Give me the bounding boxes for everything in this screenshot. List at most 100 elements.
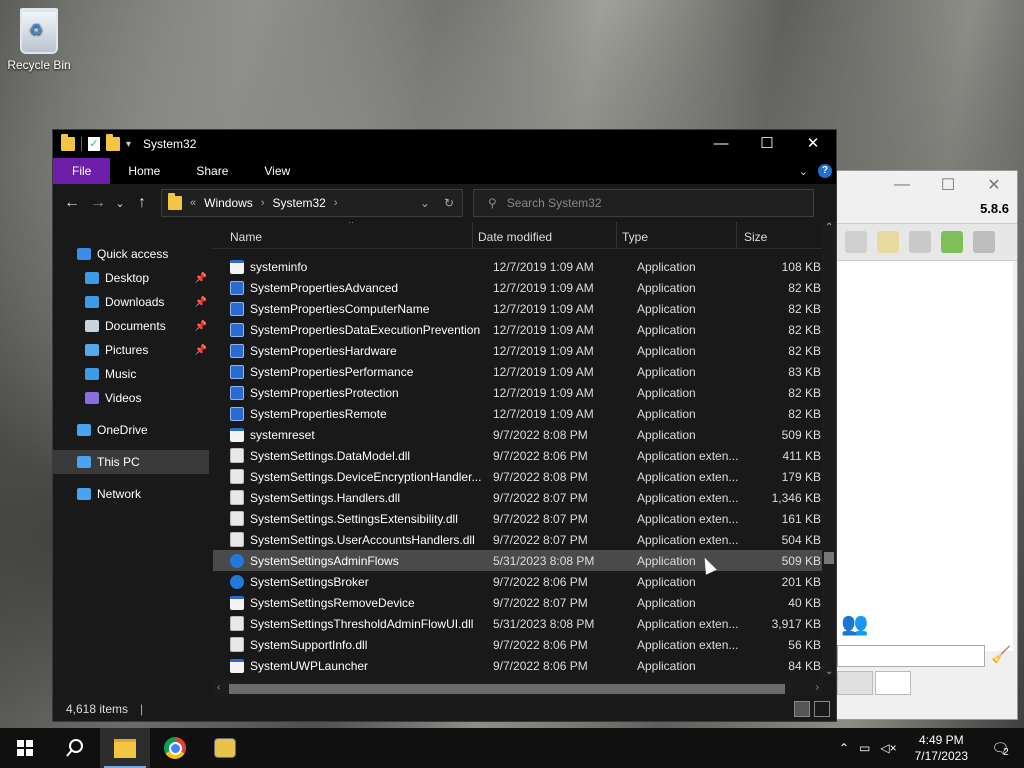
background-app-window[interactable]: — ☐ ✕ 5.8.6 👥 🧹 <box>832 170 1018 720</box>
forward-button[interactable]: → <box>85 194 111 212</box>
large-icons-view-icon[interactable] <box>814 701 830 717</box>
file-row[interactable]: SystemSettings.DataModel.dll 9/7/2022 8:0… <box>213 445 835 466</box>
file-row[interactable]: SystemPropertiesComputerName 12/7/2019 1:… <box>213 298 835 319</box>
file-row[interactable]: SystemSettingsAdminFlows 5/31/2023 8:08 P… <box>213 550 835 571</box>
file-row[interactable]: SystemPropertiesPerformance 12/7/2019 1:0… <box>213 361 835 382</box>
bg-tab-other[interactable] <box>875 671 911 695</box>
show-hidden-icons-chevron-icon[interactable]: ⌃ <box>839 741 849 755</box>
scroll-down-icon[interactable]: ⌄ <box>825 666 833 677</box>
bg-tab-users[interactable] <box>837 671 873 695</box>
close-button[interactable]: ✕ <box>790 130 836 158</box>
nav-item-downloads[interactable]: Downloads 📌 <box>53 290 209 314</box>
file-row[interactable]: systemreset 9/7/2022 8:08 PM Application 50… <box>213 424 835 445</box>
address-bar[interactable]: « Windows › System32 › ⌄ ↻ <box>161 189 463 217</box>
tab-home[interactable]: Home <box>110 158 178 184</box>
back-button[interactable]: ← <box>59 194 85 212</box>
file-row[interactable]: SystemSettings.Handlers.dll 9/7/2022 8:07… <box>213 487 835 508</box>
bg-clear-icon[interactable]: 🧹 <box>991 645 1011 665</box>
up-button[interactable]: ↑ <box>129 194 155 212</box>
details-view-icon[interactable] <box>794 701 810 717</box>
minimize-button[interactable]: — <box>698 130 744 158</box>
recycle-bin[interactable]: Recycle Bin <box>6 8 72 72</box>
horizontal-scroll-thumb[interactable] <box>229 684 785 694</box>
bg-minimize-button[interactable]: — <box>879 176 925 194</box>
search-box[interactable]: ⚲ Search System32 <box>473 189 814 217</box>
horizontal-scrollbar[interactable]: ‹ › <box>213 680 823 696</box>
bg-close-button[interactable]: ✕ <box>971 175 1017 195</box>
nav-item-onedrive[interactable]: OneDrive <box>53 418 209 442</box>
vertical-scrollbar[interactable]: ⌃ ⌄ <box>822 222 836 677</box>
bg-trash-icon[interactable] <box>973 231 995 253</box>
scroll-right-icon[interactable]: › <box>816 682 819 693</box>
expand-ribbon-chevron-icon[interactable]: ⌄ <box>799 165 808 178</box>
file-date: 12/7/2019 1:09 AM <box>493 406 594 421</box>
network-status-icon[interactable]: ▭ <box>859 741 870 755</box>
breadcrumb-windows[interactable]: Windows <box>204 196 253 210</box>
file-row[interactable]: SystemSettings.SettingsExtensibility.dll… <box>213 508 835 529</box>
bg-maximize-button[interactable]: ☐ <box>925 175 971 195</box>
file-row[interactable]: SystemSettings.UserAccountsHandlers.dll 9… <box>213 529 835 550</box>
file-row[interactable]: SystemUWPLauncher 9/7/2022 8:06 PM Applica… <box>213 655 835 676</box>
bg-input-field[interactable] <box>837 645 985 667</box>
chrome-taskbar-button[interactable] <box>150 728 200 768</box>
address-history-chevron-icon[interactable]: ⌄ <box>420 196 430 210</box>
bg-edit-icon[interactable] <box>877 231 899 253</box>
file-size: 40 KB <box>788 595 821 610</box>
tab-file[interactable]: File <box>53 158 111 184</box>
file-row[interactable]: systeminfo 12/7/2019 1:09 AM Application 10… <box>213 256 835 277</box>
vertical-scroll-thumb[interactable] <box>824 552 834 564</box>
file-row[interactable]: SystemSupportInfo.dll 9/7/2022 8:06 PM App… <box>213 634 835 655</box>
help-icon[interactable]: ? <box>818 164 832 178</box>
nav-item-documents[interactable]: Documents 📌 <box>53 314 209 338</box>
file-row[interactable]: SystemSettingsRemoveDevice 9/7/2022 8:07 … <box>213 592 835 613</box>
refresh-icon[interactable]: ↻ <box>444 196 454 210</box>
column-header-size[interactable]: Size <box>737 222 821 248</box>
app-taskbar-button[interactable] <box>200 728 250 768</box>
volume-muted-icon[interactable]: ◁× <box>880 741 896 755</box>
properties-icon[interactable]: ✓ <box>88 137 100 151</box>
tab-view[interactable]: View <box>246 158 308 184</box>
search-input[interactable]: Search System32 <box>507 196 602 210</box>
nav-item-pictures[interactable]: Pictures 📌 <box>53 338 209 362</box>
file-row[interactable]: SystemPropertiesAdvanced 12/7/2019 1:09 A… <box>213 277 835 298</box>
breadcrumb-overflow[interactable]: « <box>190 197 196 209</box>
column-header-type[interactable]: Type <box>617 222 737 248</box>
file-name: SystemPropertiesAdvanced <box>250 280 399 295</box>
notifications-button[interactable]: 🗨 2 <box>986 734 1014 762</box>
nav-item-desktop[interactable]: Desktop 📌 <box>53 266 209 290</box>
nav-item-this-pc[interactable]: This PC <box>53 450 209 474</box>
file-row[interactable]: SystemPropertiesDataExecutionPrevention 1… <box>213 319 835 340</box>
breadcrumb-system32[interactable]: System32 <box>272 196 325 210</box>
file-row[interactable]: SystemSettings.DeviceEncryptionHandler..… <box>213 466 835 487</box>
customize-toolbar-chevron-icon[interactable]: ▾ <box>126 139 131 150</box>
bg-tool-icon[interactable] <box>845 231 867 253</box>
file-date: 9/7/2022 8:07 PM <box>493 532 588 547</box>
bg-tools-icon[interactable] <box>909 231 931 253</box>
bg-download-icon[interactable] <box>941 231 963 253</box>
file-explorer-taskbar-button[interactable] <box>100 728 150 768</box>
clock[interactable]: 4:49 PM 7/17/2023 <box>907 732 976 764</box>
nav-item-network[interactable]: Network <box>53 482 209 506</box>
new-folder-icon[interactable] <box>106 134 120 151</box>
nav-item-videos[interactable]: Videos <box>53 386 209 410</box>
breadcrumb-separator-icon[interactable]: › <box>261 197 265 209</box>
file-row[interactable]: SystemPropertiesProtection 12/7/2019 1:09… <box>213 382 835 403</box>
search-taskbar-button[interactable] <box>50 728 100 768</box>
column-header-date[interactable]: Date modified <box>473 222 617 248</box>
file-row[interactable]: SystemPropertiesRemote 12/7/2019 1:09 AM A… <box>213 403 835 424</box>
file-type: Application exten... <box>637 469 739 484</box>
file-row[interactable]: SystemSettingsThresholdAdminFlowUI.dll 5/… <box>213 613 835 634</box>
column-header-name[interactable]: Name <box>213 222 473 248</box>
nav-item-music[interactable]: Music <box>53 362 209 386</box>
file-row[interactable]: SystemPropertiesHardware 12/7/2019 1:09 A… <box>213 340 835 361</box>
bg-toolbar <box>833 223 1017 261</box>
scroll-left-icon[interactable]: ‹ <box>217 682 220 693</box>
scroll-up-icon[interactable]: ⌃ <box>825 222 833 233</box>
file-row[interactable]: SystemSettingsBroker 9/7/2022 8:06 PM Appl… <box>213 571 835 592</box>
tab-share[interactable]: Share <box>178 158 246 184</box>
start-button[interactable] <box>0 728 50 768</box>
recent-locations-chevron-icon[interactable]: ⌄ <box>111 197 129 210</box>
nav-item-quick-access[interactable]: Quick access <box>53 242 209 266</box>
breadcrumb-separator-icon[interactable]: › <box>334 197 338 209</box>
maximize-button[interactable]: ☐ <box>744 130 790 158</box>
